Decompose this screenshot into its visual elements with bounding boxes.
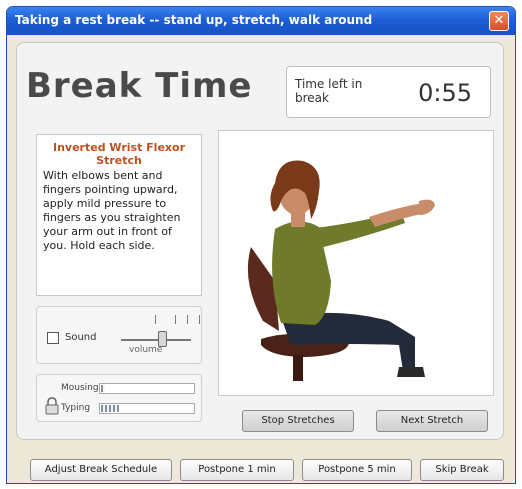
time-left-box: Time left in break 0:55 <box>286 66 491 118</box>
time-left-value: 0:55 <box>418 79 472 107</box>
sound-checkbox[interactable] <box>47 332 59 344</box>
adjust-break-schedule-button[interactable]: Adjust Break Schedule <box>30 459 172 481</box>
typing-meter-fill <box>101 405 119 412</box>
time-left-label: Time left in break <box>295 77 363 105</box>
stretch-image <box>218 130 494 396</box>
postpone-1-min-button[interactable]: Postpone 1 min <box>180 459 294 481</box>
typing-meter <box>99 403 195 414</box>
lock-icon[interactable] <box>45 397 59 415</box>
mousing-label: Mousing <box>61 383 99 393</box>
title-bar: Taking a rest break -- stand up, stretch… <box>7 7 515 35</box>
window-title: Taking a rest break -- stand up, stretch… <box>15 13 373 27</box>
mousing-meter-fill <box>101 385 105 392</box>
activity-panel: Mousing Typing <box>36 374 202 422</box>
mousing-meter <box>99 383 195 394</box>
page-title: Break Time <box>26 66 253 106</box>
postpone-5-min-button[interactable]: Postpone 5 min <box>302 459 412 481</box>
volume-ticks <box>155 315 215 325</box>
stretch-description: With elbows bent and fingers pointing up… <box>43 169 181 252</box>
typing-label: Typing <box>61 403 91 413</box>
skip-break-button[interactable]: Skip Break <box>420 459 504 481</box>
volume-slider[interactable] <box>121 339 191 341</box>
sound-panel: Sound volume <box>36 306 202 364</box>
stretch-title: Inverted Wrist Flexor Stretch <box>53 141 185 167</box>
volume-label: volume <box>129 345 163 355</box>
next-stretch-button[interactable]: Next Stretch <box>376 410 488 432</box>
stretch-illustration <box>247 160 435 381</box>
sound-label: Sound <box>65 332 97 343</box>
stretch-description-box: Inverted Wrist Flexor Stretch With elbow… <box>36 134 202 296</box>
stop-stretches-button[interactable]: Stop Stretches <box>242 410 354 432</box>
close-button[interactable]: ✕ <box>489 11 509 31</box>
